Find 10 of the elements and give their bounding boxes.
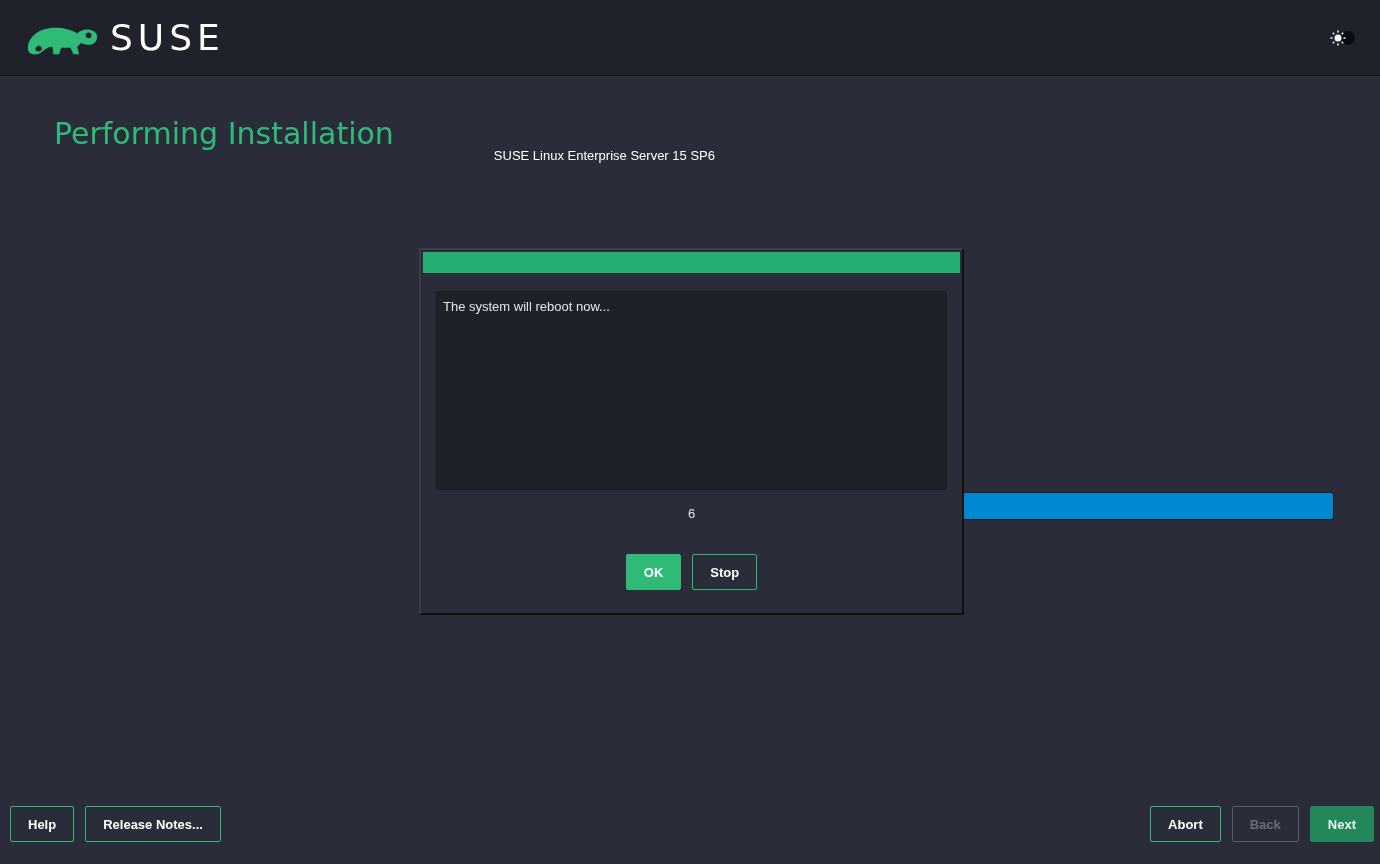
footer-button[interactable]: Release Notes... <box>85 806 221 842</box>
page-title: Performing Installation <box>54 116 394 151</box>
theme-toggle-icon[interactable] <box>1328 29 1356 46</box>
message-text: The system will reboot now... <box>443 299 610 314</box>
dialog-button[interactable]: Stop <box>692 554 758 590</box>
footer-button[interactable]: Help <box>10 806 75 842</box>
brand-name: SUSE <box>110 17 225 58</box>
product-name: SUSE Linux Enterprise Server 15 SP6 <box>493 148 715 163</box>
countdown-text: 6 <box>687 506 696 521</box>
footer-button[interactable]: Abort <box>1150 806 1221 842</box>
